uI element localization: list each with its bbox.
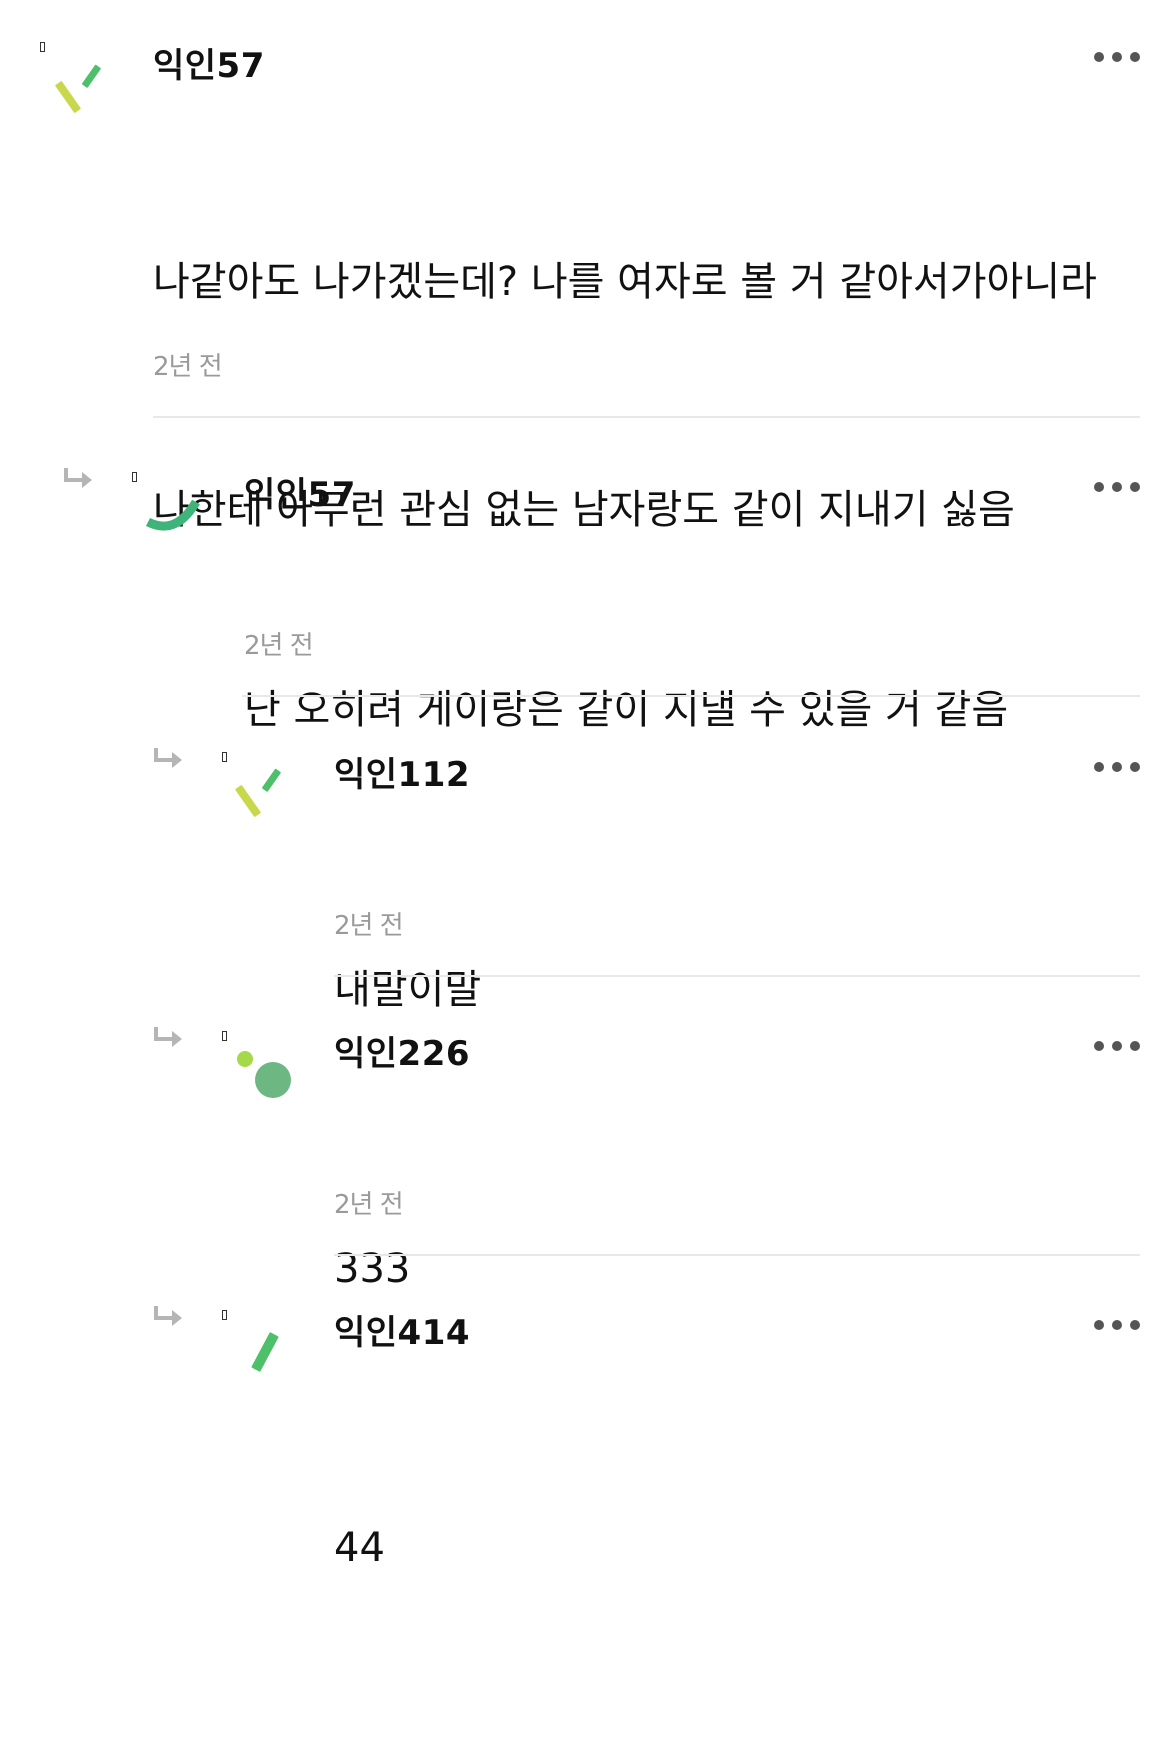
comment-line: 44 [334,1525,385,1571]
author-name[interactable]: 익인112 [334,747,470,796]
dots-icon [237,1051,291,1098]
divider [153,416,1140,418]
reply-arrow-icon [154,1027,182,1047]
reply-comment: 익인112 내말이말 2년 전 [0,720,1170,1013]
confetti-icon [235,768,281,817]
timestamp: 2년 전 [153,352,223,382]
comment: 익인57 나같아도 나가겠는데? 나를 여자로 볼 거 같아서가아니라 나한테 … [0,0,1170,533]
timestamp: 2년 전 [334,1190,404,1220]
divider [334,1254,1140,1256]
more-options-button[interactable] [1094,482,1140,492]
author-name[interactable]: 익인414 [334,1305,470,1354]
timestamp: 2년 전 [244,631,314,661]
bar-icon [251,1332,279,1372]
arc-icon [145,499,200,531]
divider [334,975,1140,977]
author-name[interactable]: 익인57 [153,38,265,87]
confetti-icon [55,64,101,113]
comment-text: 44 [334,1358,1134,1738]
reply-comment: 익인57 난 오히려 게이랑은 같이 지낼 수 있을 거 같음 2년 전 [0,440,1170,733]
reply-comment: 익인226 333 2년 전 [0,999,1170,1292]
author-name[interactable]: 익인226 [334,1026,470,1075]
reply-arrow-icon [154,748,182,768]
badge-marker [40,42,45,52]
badge-marker [222,1031,227,1041]
more-options-button[interactable] [1094,1041,1140,1051]
divider [242,695,1140,697]
badge-marker [222,752,227,762]
comment-line: 나같아도 나가겠는데? 나를 여자로 볼 거 같아서가아니라 [153,259,1097,305]
reply-comment: 익인414 44 [0,1278,1170,1571]
reply-arrow-icon [64,468,92,488]
more-options-button[interactable] [1094,762,1140,772]
more-options-button[interactable] [1094,52,1140,62]
more-options-button[interactable] [1094,1320,1140,1330]
timestamp: 2년 전 [334,911,404,941]
author-name[interactable]: 익인57 [244,467,356,516]
badge-marker [132,472,137,482]
badge-marker [222,1310,227,1320]
reply-arrow-icon [154,1306,182,1326]
